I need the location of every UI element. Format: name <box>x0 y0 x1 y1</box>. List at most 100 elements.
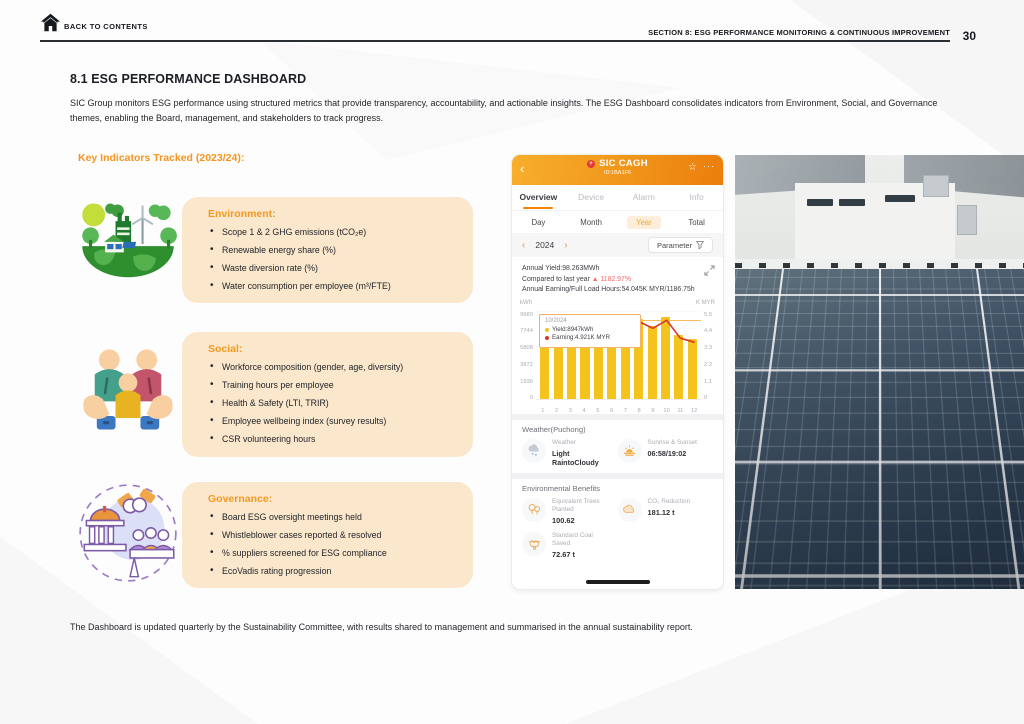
co2-value: 181.12 t <box>648 508 708 517</box>
trees-benefit: Equivalent Trees Planted 100.62 <box>522 498 618 525</box>
left-axis-ticks: 968077445808387219360 <box>512 311 536 400</box>
environment-group: Environment: Scope 1 & 2 GHG emissions (… <box>70 183 475 305</box>
period-total[interactable]: Total <box>670 218 723 227</box>
plot-area: 10/2024 Yield:8947kWh Earning:4.921K MYR <box>536 311 701 400</box>
trees-value: 100.62 <box>552 516 612 525</box>
filter-icon <box>696 241 704 249</box>
list-item: EcoVadis rating progression <box>208 562 459 580</box>
weather-item: Weather Light RaintoCloudy <box>522 439 618 467</box>
tooltip-earning: Earning:4.921K MYR <box>552 334 610 343</box>
sunrise-value: 06:58/19:02 <box>648 449 697 458</box>
list-item: Whistleblower cases reported & resolved <box>208 526 459 544</box>
axis-tick: 11 <box>674 408 688 414</box>
weather-value: Light RaintoCloudy <box>552 449 598 467</box>
header-rule <box>40 40 950 42</box>
tab-info[interactable]: Info <box>670 185 723 210</box>
period-year[interactable]: Year <box>618 218 671 227</box>
yoy-delta: ▲ 1182.97% <box>592 276 631 283</box>
key-indicators-heading: Key Indicators Tracked (2023/24): <box>78 152 244 164</box>
page-number: 30 <box>963 29 976 43</box>
star-icon[interactable]: ☆ <box>688 162 697 173</box>
annual-yield: Annual Yield:98.263MWh <box>522 264 713 275</box>
annual-earning: Annual Earning/Full Load Hours:54.045K M… <box>522 285 713 296</box>
axis-tick: 7 <box>619 408 633 414</box>
list-item: Waste diversion rate (%) <box>208 259 459 277</box>
photo-panel-array <box>735 269 1024 589</box>
green-earth-icon <box>72 183 184 305</box>
axis-tick: 9 <box>646 408 660 414</box>
list-item: Scope 1 & 2 GHG emissions (tCO₂e) <box>208 223 459 241</box>
trees-label: Equivalent Trees Planted <box>552 498 612 514</box>
tab-alarm[interactable]: Alarm <box>618 185 671 210</box>
expand-icon[interactable] <box>704 265 715 276</box>
home-icon <box>40 12 61 33</box>
axis-tick: 6 <box>605 408 619 414</box>
coal-cart-icon <box>522 532 546 556</box>
axis-tick: 0 <box>704 396 723 401</box>
list-item: Health & Safety (LTI, TRIR) <box>208 394 459 412</box>
environment-box: Environment: Scope 1 & 2 GHG emissions (… <box>182 197 473 303</box>
back-to-contents-link[interactable]: BACK TO CONTENTS <box>40 12 148 33</box>
list-item: Training hours per employee <box>208 376 459 394</box>
period-day[interactable]: Day <box>512 218 565 227</box>
list-item: Employee wellbeing index (survey results… <box>208 412 459 430</box>
page-title: 8.1 ESG PERFORMANCE DASHBOARD <box>70 72 306 86</box>
solar-panels-photo <box>735 155 1024 589</box>
solar-app-screenshot: ‹ + SIC CAGH ID:1BA1F6 ☆ ··· Overview De… <box>512 155 723 589</box>
weather-label: Weather <box>552 439 598 446</box>
plant-title: SIC CAGH <box>599 158 648 169</box>
co2-label: CO₂ Reduction <box>648 498 708 506</box>
social-list: Workforce composition (gender, age, dive… <box>208 358 459 448</box>
annual-summary: Annual Yield:98.263MWh Compared to last … <box>512 257 723 298</box>
next-year-icon[interactable]: › <box>564 240 567 251</box>
governance-icon <box>72 474 184 592</box>
sunrise-label: Sunrise & Sunset <box>648 439 697 446</box>
sunrise-item: Sunrise & Sunset 06:58/19:02 <box>618 439 714 467</box>
governance-box: Governance: Board ESG oversight meetings… <box>182 482 473 588</box>
social-group: Social: Workforce composition (gender, a… <box>70 322 475 460</box>
yield-chart: kWh K MYR 968077445808387219360 10/2024 … <box>512 300 723 414</box>
co2-cloud-icon <box>618 498 642 522</box>
co2-benefit: CO₂ Reduction 181.12 t <box>618 498 714 525</box>
period-tab-bar: Day Month Year Total <box>512 211 723 233</box>
axis-tick: 7744 <box>512 329 533 334</box>
parameter-button[interactable]: Parameter <box>648 237 713 253</box>
axis-tick: 10 <box>660 408 674 414</box>
tab-overview[interactable]: Overview <box>512 185 565 210</box>
intro-paragraph: SIC Group monitors ESG performance using… <box>70 96 940 125</box>
list-item: Workforce composition (gender, age, dive… <box>208 358 459 376</box>
axis-tick: 12 <box>687 408 701 414</box>
axis-tick: 1 <box>536 408 550 414</box>
year-selector-row: ‹ 2024 › Parameter <box>512 233 723 257</box>
family-in-hands-icon <box>72 322 184 460</box>
social-title: Social: <box>208 343 459 355</box>
axis-tick: 2 <box>550 408 564 414</box>
axis-tick: 1.1 <box>704 380 723 385</box>
list-item: % suppliers screened for ESG compliance <box>208 544 459 562</box>
governance-list: Board ESG oversight meetings held Whistl… <box>208 508 459 580</box>
section-label: SECTION 8: ESG PERFORMANCE MONITORING & … <box>648 28 950 37</box>
governance-title: Governance: <box>208 493 459 505</box>
right-axis-label: K MYR <box>696 300 715 306</box>
axis-tick: 5 <box>591 408 605 414</box>
environmental-benefits-section: Environmental Benefits Equivalent Trees … <box>512 479 723 566</box>
app-header: ‹ + SIC CAGH ID:1BA1F6 ☆ ··· <box>512 155 723 185</box>
axis-tick: 3872 <box>512 363 533 368</box>
right-axis-ticks: 5.54.43.32.21.10 <box>701 311 723 400</box>
weather-heading: Weather(Puchong) <box>522 425 713 434</box>
more-menu-icon[interactable]: ··· <box>703 161 715 171</box>
coal-benefit: Standard Coal Saved 72.67 t <box>522 532 618 559</box>
earning-dot <box>545 336 549 340</box>
axis-tick: 8 <box>632 408 646 414</box>
page-header: BACK TO CONTENTS SECTION 8: ESG PERFORMA… <box>0 0 1024 46</box>
coal-value: 72.67 t <box>552 550 612 559</box>
left-axis-label: kWh <box>520 300 532 306</box>
app-tab-bar: Overview Device Alarm Info <box>512 185 723 211</box>
governance-group: Governance: Board ESG oversight meetings… <box>70 474 475 592</box>
prev-year-icon[interactable]: ‹ <box>522 240 525 251</box>
period-month[interactable]: Month <box>565 218 618 227</box>
social-box: Social: Workforce composition (gender, a… <box>182 332 473 457</box>
list-item: Board ESG oversight meetings held <box>208 508 459 526</box>
home-indicator-bar <box>586 580 650 584</box>
tab-device[interactable]: Device <box>565 185 618 210</box>
